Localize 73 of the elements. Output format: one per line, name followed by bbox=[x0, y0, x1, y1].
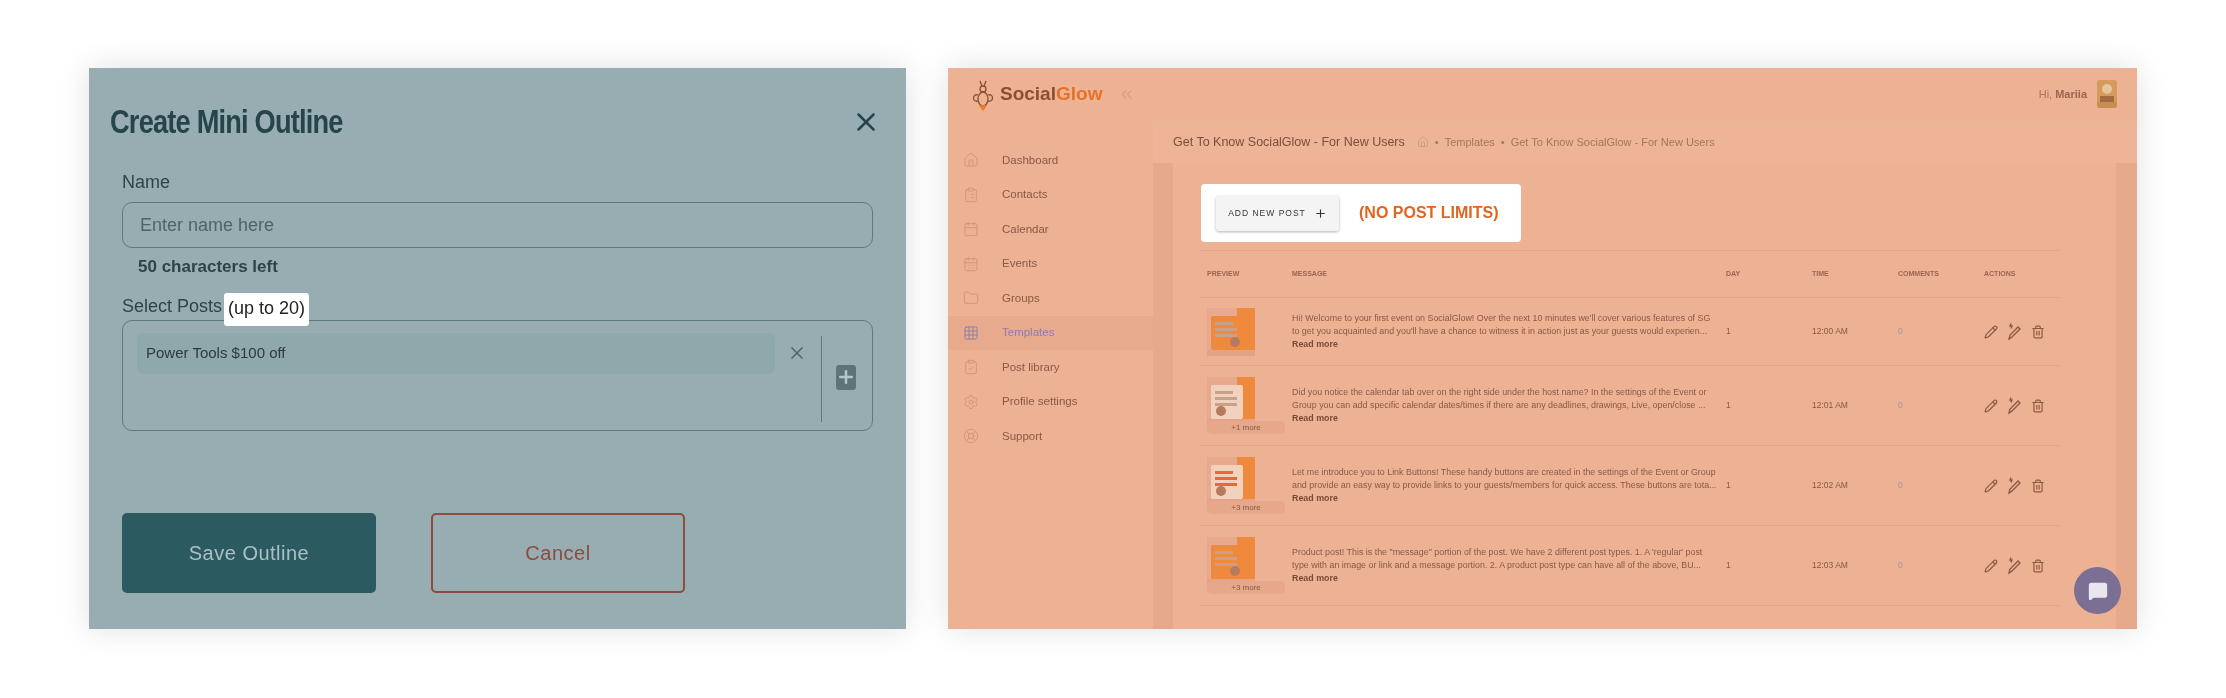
more-images-badge[interactable]: +1 more bbox=[1207, 421, 1285, 434]
edit-icon[interactable] bbox=[1984, 324, 1998, 339]
table-cell-text: 12:02 AM bbox=[1812, 479, 1849, 492]
read-more-link[interactable]: Read more bbox=[1292, 573, 1338, 583]
message-text: Hi! Welcome to your first event on SocialGlow! Over the next 10 minutes we'll cover various features of SG to get you acquainted and you'll have a chance to witness it in action just as your guests would experien... Read more bbox=[1292, 312, 1712, 351]
edit-icon[interactable] bbox=[1984, 558, 1998, 573]
message-text: Product post! This is the "message" portion of the post. We have 2 different post types. 1. A 'regular' post type with an image or link and a message portion. 2. A product post type can have all of the above, BU... Read more bbox=[1292, 546, 1704, 585]
breadcrumb-separator: • bbox=[1434, 134, 1439, 150]
message-text: Did you notice the calendar tab over on the right side under the host name? In the settings of the Event or Group you can add specific calendar dates/times if there are any deadlines, drawings, Live, open/close ... Read more bbox=[1292, 386, 1708, 425]
table-cell-text: 12:00 AM bbox=[1812, 325, 1849, 338]
home-icon bbox=[963, 152, 979, 169]
magic-pencil-icon[interactable] bbox=[2007, 477, 2022, 494]
chat-icon bbox=[2087, 580, 2108, 601]
read-more-link[interactable]: Read more bbox=[1292, 413, 1338, 423]
sidebar-item[interactable]: Support bbox=[948, 419, 1153, 454]
table-cell-text: 1 bbox=[1726, 399, 1732, 412]
sidebar-item[interactable]: Templates bbox=[948, 315, 1153, 350]
calendar-icon bbox=[963, 221, 979, 238]
selected-post-chip: Power Tools $100 off bbox=[137, 332, 775, 374]
sidebar-item[interactable]: Profile settings bbox=[948, 384, 1153, 419]
breadcrumb-link[interactable]: Templates bbox=[1444, 133, 1495, 151]
edit-icon[interactable] bbox=[1984, 478, 1998, 493]
add-icon[interactable] bbox=[835, 364, 856, 390]
delete-icon[interactable] bbox=[2031, 324, 2045, 339]
delete-icon[interactable] bbox=[2031, 398, 2045, 413]
limit-note: (NO POST LIMITS) bbox=[1359, 203, 1499, 223]
edit-icon[interactable] bbox=[1984, 398, 1998, 413]
list-icon bbox=[963, 186, 979, 203]
save-button[interactable]: Save Outline bbox=[122, 512, 376, 593]
limit-highlight: (up to 20) bbox=[224, 292, 310, 326]
sidebar-item[interactable]: Post library bbox=[948, 350, 1153, 385]
table-cell-text: 1 bbox=[1726, 479, 1732, 492]
table-cell-text: 12:03 AM bbox=[1812, 559, 1849, 572]
sidebar-item[interactable]: Calendar bbox=[948, 212, 1153, 247]
posts-select-field[interactable]: Power Tools $100 off bbox=[122, 319, 873, 431]
firefly-logo-icon bbox=[972, 78, 994, 111]
message-text: Let me introduce you to Link Buttons! These handy buttons are created in the settings of the Event or Group and provide an easy way to provide links to your guests/members for quick access. These buttons are tota... Read more bbox=[1292, 466, 1718, 505]
chat-button[interactable] bbox=[2074, 567, 2121, 614]
checklist-icon bbox=[963, 359, 979, 376]
logo-text: SocialGlow bbox=[1000, 82, 1103, 107]
field-label: Name bbox=[122, 171, 171, 194]
lifebuoy-icon bbox=[963, 428, 979, 445]
calendar-grid-icon bbox=[963, 255, 979, 272]
add-post-button[interactable]: ADD NEW POST bbox=[1216, 195, 1339, 231]
sidebar-item[interactable]: Groups bbox=[948, 281, 1153, 316]
name-input-field[interactable]: Enter name here bbox=[122, 202, 873, 248]
field-label: Select Posts bbox=[122, 294, 223, 318]
read-more-link[interactable]: Read more bbox=[1292, 339, 1338, 349]
cancel-button[interactable]: Cancel bbox=[431, 512, 685, 593]
table-cell-text: 1 bbox=[1726, 559, 1732, 572]
magic-pencil-icon[interactable] bbox=[2007, 557, 2022, 574]
read-more-link[interactable]: Read more bbox=[1292, 493, 1338, 503]
dialog-title: Create Mini Outline bbox=[110, 101, 343, 142]
sidebar-item[interactable]: Contacts bbox=[948, 177, 1153, 212]
breadcrumb-separator: • bbox=[1500, 134, 1505, 150]
table-cell-text: 12:01 AM bbox=[1812, 399, 1849, 412]
folder-icon bbox=[963, 290, 979, 307]
magic-pencil-icon[interactable] bbox=[2007, 397, 2022, 414]
plus-icon bbox=[1313, 206, 1327, 220]
delete-icon[interactable] bbox=[2031, 478, 2045, 493]
breadcrumb-link[interactable]: Get To Know SocialGlow - For New Users bbox=[1510, 133, 1715, 151]
settings-icon bbox=[963, 393, 979, 410]
table-cell-text: 1 bbox=[1726, 325, 1732, 338]
page-title: Get To Know SocialGlow - For New Users bbox=[1173, 133, 1405, 151]
more-images-badge[interactable]: +3 more bbox=[1207, 501, 1285, 514]
sidebar-item[interactable]: Events bbox=[948, 246, 1153, 281]
greeting-text: Hi, Mariia bbox=[2038, 86, 2087, 102]
magic-pencil-icon[interactable] bbox=[2007, 323, 2022, 340]
characters-left-text: 50 characters left bbox=[138, 256, 279, 278]
more-images-badge[interactable]: +3 more bbox=[1207, 581, 1285, 594]
sidebar-item[interactable]: Dashboard bbox=[948, 143, 1153, 178]
delete-icon[interactable] bbox=[2031, 558, 2045, 573]
grid-icon bbox=[963, 324, 979, 341]
